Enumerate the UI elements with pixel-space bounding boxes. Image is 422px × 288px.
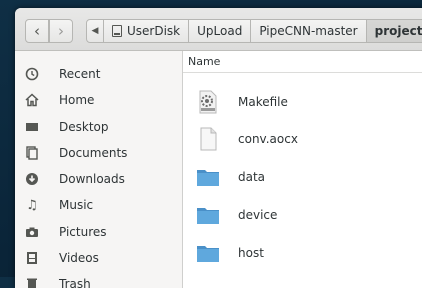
- file-name: device: [238, 208, 278, 222]
- sidebar-item-music[interactable]: ♫ Music: [15, 194, 182, 216]
- chevron-right-icon: ›: [58, 22, 64, 40]
- sidebar-item-label: Pictures: [59, 225, 107, 239]
- sidebar-item-documents[interactable]: Documents: [15, 142, 182, 164]
- file-row-device[interactable]: device: [183, 197, 422, 233]
- documents-icon: [24, 145, 40, 161]
- breadcrumb-item-upload[interactable]: UpLoad: [188, 19, 252, 43]
- folder-icon: [196, 203, 220, 227]
- sidebar-item-label: Downloads: [59, 172, 125, 186]
- file-row-makefile[interactable]: Makefile: [183, 84, 422, 120]
- breadcrumb-label: UserDisk: [127, 24, 181, 38]
- trash-icon: [24, 276, 40, 288]
- back-button[interactable]: ‹: [25, 19, 49, 43]
- column-header-label: Name: [188, 55, 221, 68]
- sidebar-item-videos[interactable]: Videos: [15, 247, 182, 269]
- music-icon: ♫: [26, 197, 38, 213]
- forward-button[interactable]: ›: [49, 19, 73, 43]
- file-row-conv-aocx[interactable]: conv.aocx: [183, 121, 422, 157]
- file-list: Name Makefile conv.aocx data device host: [183, 51, 422, 288]
- file-name: Makefile: [238, 95, 288, 109]
- breadcrumb-label: project: [374, 24, 422, 38]
- file-name: data: [238, 170, 266, 184]
- film-icon: [24, 250, 40, 266]
- download-icon: [24, 171, 40, 187]
- sidebar-item-desktop[interactable]: Desktop: [15, 116, 182, 138]
- sidebar-item-label: Videos: [59, 251, 99, 265]
- drive-icon: [112, 25, 122, 37]
- breadcrumb-item-pipecnn-master[interactable]: PipeCNN-master: [250, 19, 367, 43]
- triangle-left-icon: ◀: [91, 26, 99, 36]
- desktop-icon: [24, 119, 40, 135]
- sidebar-item-label: Trash: [59, 277, 91, 288]
- document-icon: [196, 127, 220, 151]
- home-icon: [24, 92, 40, 108]
- clock-icon: [24, 66, 40, 82]
- sidebar-item-recent[interactable]: Recent: [15, 63, 182, 85]
- sidebar-item-label: Music: [59, 198, 94, 212]
- column-header-name[interactable]: Name: [183, 51, 422, 73]
- file-name: conv.aocx: [238, 132, 298, 146]
- header-bar: ‹ › ◀ UserDisk UpLoad PipeCNN-master pro…: [15, 8, 422, 51]
- makefile-icon: [196, 90, 220, 114]
- folder-icon: [196, 165, 220, 189]
- sidebar-item-downloads[interactable]: Downloads: [15, 168, 182, 190]
- sidebar-item-label: Recent: [59, 67, 101, 81]
- breadcrumb-label: UpLoad: [197, 24, 243, 38]
- file-row-host[interactable]: host: [183, 235, 422, 271]
- breadcrumb-item-project[interactable]: project: [365, 19, 422, 43]
- file-name: host: [238, 246, 264, 260]
- file-manager-window: ‹ › ◀ UserDisk UpLoad PipeCNN-master pro…: [15, 8, 422, 288]
- breadcrumb-scroll-button[interactable]: ◀: [86, 19, 104, 43]
- sidebar: Recent Home Desktop Documents Downloads: [15, 51, 183, 288]
- sidebar-item-label: Home: [59, 93, 95, 107]
- chevron-left-icon: ‹: [34, 22, 40, 40]
- breadcrumb: ◀ UserDisk UpLoad PipeCNN-master project: [86, 19, 422, 43]
- folder-icon: [196, 241, 220, 265]
- sidebar-item-trash[interactable]: Trash: [15, 273, 182, 288]
- sidebar-item-pictures[interactable]: Pictures: [15, 221, 182, 243]
- sidebar-item-label: Documents: [59, 146, 128, 160]
- sidebar-item-label: Desktop: [59, 120, 109, 134]
- file-row-data[interactable]: data: [183, 159, 422, 195]
- camera-icon: [24, 224, 40, 240]
- breadcrumb-label: PipeCNN-master: [259, 24, 358, 38]
- breadcrumb-item-userdisk[interactable]: UserDisk: [103, 19, 190, 43]
- sidebar-item-home[interactable]: Home: [15, 89, 182, 111]
